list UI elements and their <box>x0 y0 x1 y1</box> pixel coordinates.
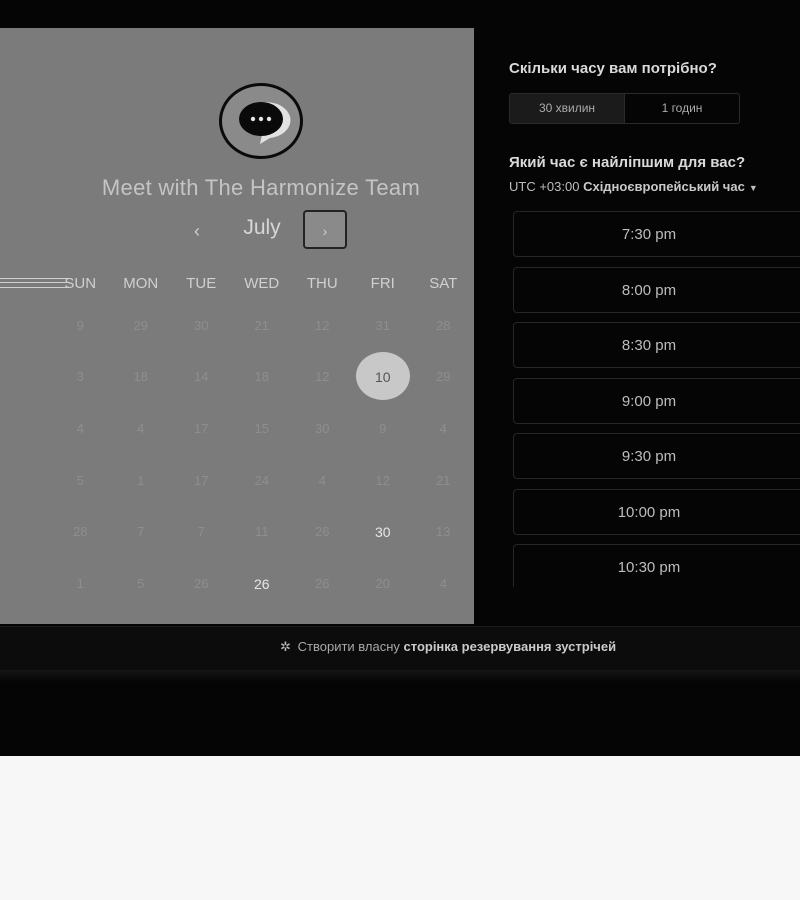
calendar-day-available[interactable]: 26 <box>232 560 293 608</box>
chat-bubble-icon <box>219 83 303 159</box>
calendar-day: 28 <box>436 317 451 333</box>
divider <box>0 670 800 682</box>
timezone-select[interactable]: UTC +03:00 Східноєвропейський час ▼ <box>509 179 758 194</box>
calendar-day: 14 <box>194 369 209 385</box>
calendar-day: 12 <box>315 317 330 333</box>
weekday-label: FRI <box>370 275 395 292</box>
create-page-link[interactable]: ✲ Створити власну сторінка резервування … <box>280 639 616 655</box>
prev-month-button[interactable]: ‹ <box>182 214 212 248</box>
weekday-label: MON <box>123 275 159 292</box>
calendar-day-available[interactable]: 30 <box>353 508 414 556</box>
calendar-day: 1 <box>76 575 84 591</box>
time-slot-button[interactable]: 7:30 pm <box>513 211 800 257</box>
calendar-day: 5 <box>137 575 145 591</box>
weekday-label: THU <box>306 275 338 292</box>
month-label: July <box>243 216 281 239</box>
calendar-panel: Meet with The Harmonize Team ‹ July › SU… <box>0 28 474 624</box>
calendar-day: 29 <box>133 317 148 333</box>
calendar-day: 18 <box>254 369 269 385</box>
calendar-day: 12 <box>375 472 390 488</box>
calendar-day: 4 <box>137 420 145 436</box>
calendar-day: 17 <box>194 420 209 436</box>
footer-bar: ✲ Створити власну сторінка резервування … <box>0 626 800 671</box>
meetings-widget: Meet with The Harmonize Team ‹ July › SU… <box>0 0 800 756</box>
footer-link-text: сторінка резервування зустрічей <box>403 639 617 654</box>
calendar-day: 31 <box>375 317 390 333</box>
calendar-day: 7 <box>137 524 145 540</box>
calendar-week: 1 5 26 26 26 20 4 <box>50 558 474 610</box>
weekday-label: SUN <box>64 275 97 292</box>
calendar-day: 18 <box>133 369 148 385</box>
weekday-header: SUN MON TUE WED THU FRI SAT <box>50 275 474 292</box>
calendar-day: 12 <box>315 369 330 385</box>
calendar-day: 24 <box>254 472 269 488</box>
timezone-offset: UTC +03:00 <box>509 179 580 194</box>
weekday-label: WED <box>244 275 280 292</box>
calendar-week: 28 7 7 11 26 30 13 <box>50 506 474 558</box>
calendar-week: 5 1 17 24 4 12 21 <box>50 455 474 507</box>
next-month-button[interactable]: › <box>303 210 347 249</box>
hubspot-sprocket-icon: ✲ <box>280 639 291 654</box>
time-slot-button[interactable]: 8:30 pm <box>513 322 800 368</box>
time-slot-list: 7:30 pm 8:00 pm 8:30 pm 9:00 pm 9:30 pm … <box>513 211 800 587</box>
calendar-day: 9 <box>379 420 387 436</box>
calendar-day: 15 <box>254 420 269 436</box>
duration-heading: Скільки часу вам потрібно? <box>509 60 717 77</box>
calendar-day: 30 <box>194 317 209 333</box>
duration-option-30min[interactable]: 30 хвилин <box>510 94 625 123</box>
time-slot-button[interactable]: 9:00 pm <box>513 377 800 424</box>
meeting-title: Meet with The Harmonize Team <box>101 175 421 200</box>
time-slot-button[interactable]: 9:30 pm <box>513 433 800 479</box>
calendar-day: 17 <box>194 472 209 488</box>
timezone-name: Східноєвропейський час <box>583 179 745 194</box>
calendar-week: 3 18 14 18 12 10 29 <box>50 352 474 404</box>
calendar-day: 1 <box>137 472 145 488</box>
calendar-day-selected[interactable]: 10 <box>353 352 414 401</box>
calendar-day: 11 <box>255 524 269 540</box>
time-slot-button[interactable]: 10:30 pm <box>513 544 800 587</box>
duration-toggle: 30 хвилин 1 годин <box>509 93 740 124</box>
calendar-day: 13 <box>436 524 451 540</box>
time-heading: Який час є найліпшим для вас? <box>509 154 746 171</box>
calendar-day: 4 <box>439 575 447 591</box>
calendar-week: 9 29 30 21 12 31 28 <box>50 300 474 352</box>
calendar-day: 20 <box>375 575 390 591</box>
time-slot-button[interactable]: 10:00 pm <box>513 488 800 535</box>
calendar-day: 30 <box>315 420 330 436</box>
duration-option-1hour[interactable]: 1 годин <box>625 94 739 123</box>
calendar-day: 21 <box>254 317 269 333</box>
calendar-day: 4 <box>318 472 326 488</box>
calendar-day: 4 <box>76 420 84 436</box>
calendar-day: 26 <box>315 524 330 540</box>
calendar-day: 4 <box>439 420 447 436</box>
weekday-label: TUE <box>186 275 217 292</box>
time-slot-button[interactable]: 8:00 pm <box>513 266 800 313</box>
calendar-day: 28 <box>73 524 88 540</box>
calendar-day: 21 <box>436 472 451 488</box>
calendar-day: 3 <box>76 369 84 385</box>
calendar-day: 9 <box>76 317 84 333</box>
weekday-label: SAT <box>429 275 458 292</box>
calendar-day: 5 <box>76 472 84 488</box>
footer-prefix: Створити власну <box>297 639 400 654</box>
selected-day-number: 10 <box>374 369 391 386</box>
calendar-day: 29 <box>436 369 451 385</box>
calendar-day: 26 <box>194 575 209 591</box>
calendar-grid: 9 29 30 21 12 31 28 3 18 14 18 12 10 29 … <box>50 300 474 610</box>
calendar-week: 4 4 17 15 30 9 4 <box>50 403 474 455</box>
calendar-day: 7 <box>197 524 205 540</box>
caret-down-icon: ▼ <box>748 183 758 193</box>
calendar-day: 26 <box>315 575 330 591</box>
